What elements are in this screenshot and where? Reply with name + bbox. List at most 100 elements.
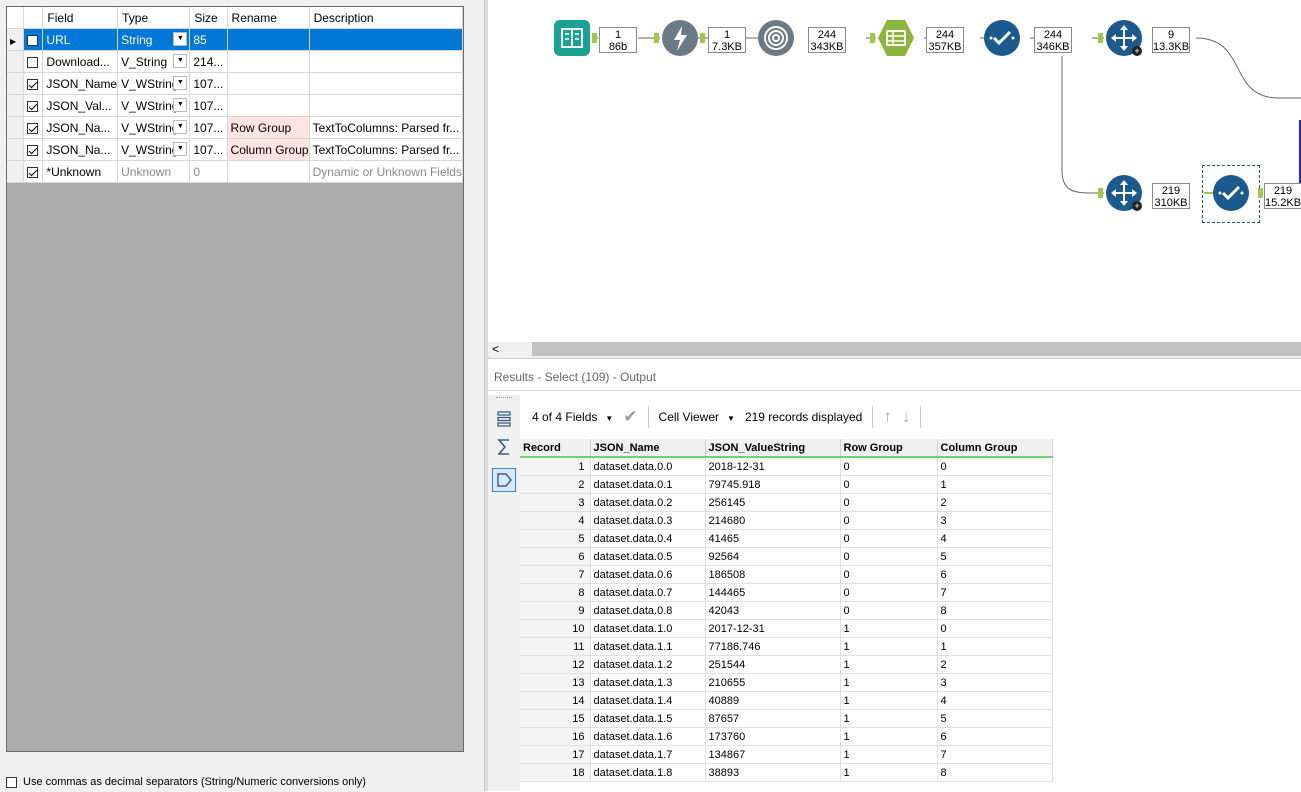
data-cell[interactable]: 1: [840, 691, 938, 710]
table-row[interactable]: 10 dataset.data.1.0 2017-12-31 1 0: [520, 619, 1053, 638]
table-row[interactable]: 9 dataset.data.0.8 42043 0 8: [520, 601, 1053, 620]
field-checkbox[interactable]: [27, 122, 39, 134]
table-row[interactable]: 4 dataset.data.0.3 214680 0 3: [520, 511, 1053, 530]
arrow-down-icon[interactable]: ↓: [902, 407, 911, 427]
field-row[interactable]: JSON_Name V_WString ▼ 107...: [7, 72, 463, 95]
data-cell[interactable]: 2018-12-31: [705, 457, 841, 476]
json-parse-node[interactable]: [758, 20, 794, 56]
chevron-down-icon[interactable]: ▼: [173, 54, 188, 68]
input-anchor[interactable]: [1098, 33, 1103, 43]
output-anchor[interactable]: [1258, 188, 1263, 198]
field-row[interactable]: JSON_Na... V_WString ▼ 107... Row Group TextT…: [7, 116, 463, 139]
field-name-cell[interactable]: JSON_Name: [42, 72, 119, 95]
data-cell[interactable]: 251544: [705, 655, 841, 674]
decimal-separator-checkbox[interactable]: [6, 776, 17, 788]
field-type-cell[interactable]: String ▼: [117, 28, 191, 51]
data-cell[interactable]: 77186.746: [705, 637, 841, 656]
data-cell[interactable]: dataset.data.0.7: [590, 583, 706, 602]
record-number-cell[interactable]: 13: [520, 673, 591, 692]
data-cell[interactable]: 210655: [705, 673, 841, 692]
field-name-cell[interactable]: JSON_Na...: [42, 116, 119, 139]
data-cell[interactable]: 1: [840, 763, 938, 782]
data-cell[interactable]: dataset.data.0.4: [590, 529, 706, 548]
data-cell[interactable]: 0: [937, 619, 1053, 638]
record-number-cell[interactable]: 12: [520, 655, 591, 674]
input-anchor[interactable]: [1098, 188, 1103, 198]
data-cell[interactable]: 0: [840, 601, 938, 620]
data-cell[interactable]: dataset.data.0.0: [590, 457, 706, 476]
table-row[interactable]: 14 dataset.data.1.4 40889 1 4: [520, 691, 1053, 710]
table-row[interactable]: 7 dataset.data.0.6 186508 0 6: [520, 565, 1053, 584]
data-cell[interactable]: dataset.data.1.2: [590, 655, 706, 674]
table-row[interactable]: 8 dataset.data.0.7 144465 0 7: [520, 583, 1053, 602]
field-name-cell[interactable]: JSON_Val...: [42, 94, 119, 117]
scrollbar-thumb[interactable]: [532, 342, 1301, 356]
table-row[interactable]: 18 dataset.data.1.8 38893 1 8: [520, 763, 1053, 782]
field-type-cell[interactable]: V_WString ▼: [117, 138, 191, 161]
field-description-cell[interactable]: [309, 28, 463, 51]
data-cell[interactable]: 0: [840, 493, 938, 512]
field-checkbox-cell[interactable]: [23, 160, 44, 183]
field-rename-cell[interactable]: [227, 50, 310, 73]
field-checkbox[interactable]: [27, 34, 39, 46]
list-view-icon[interactable]: [492, 407, 516, 431]
header-rename[interactable]: Rename: [227, 7, 310, 29]
data-cell[interactable]: dataset.data.0.1: [590, 475, 706, 494]
data-cell[interactable]: 1: [840, 709, 938, 728]
output-anchor[interactable]: [700, 33, 705, 43]
field-size-cell[interactable]: 85: [189, 28, 228, 51]
results-data-grid[interactable]: Record JSON_Name JSON_ValueString Row Group…: [520, 439, 1053, 782]
data-cell[interactable]: 5: [937, 709, 1053, 728]
record-number-cell[interactable]: 10: [520, 619, 591, 638]
record-number-cell[interactable]: 3: [520, 493, 591, 512]
field-description-cell[interactable]: TextToColumns: Parsed fr...: [309, 138, 463, 161]
data-cell[interactable]: 7: [937, 745, 1053, 764]
select-node[interactable]: [984, 20, 1020, 56]
select-node-selected[interactable]: [1213, 175, 1249, 211]
data-cell[interactable]: 1: [840, 655, 938, 674]
data-cell[interactable]: dataset.data.1.0: [590, 619, 706, 638]
data-cell[interactable]: 1: [840, 619, 938, 638]
data-cell[interactable]: 2: [937, 493, 1053, 512]
record-number-cell[interactable]: 9: [520, 601, 591, 620]
data-cell[interactable]: dataset.data.1.8: [590, 763, 706, 782]
data-cell[interactable]: 144465: [705, 583, 841, 602]
field-checkbox[interactable]: [27, 144, 39, 156]
data-cell[interactable]: 0: [840, 475, 938, 494]
data-cell[interactable]: dataset.data.1.3: [590, 673, 706, 692]
field-rename-cell[interactable]: [227, 160, 310, 183]
header-type[interactable]: Type: [117, 7, 191, 29]
field-row[interactable]: JSON_Val... V_WString ▼ 107...: [7, 94, 463, 117]
data-cell[interactable]: 3: [937, 511, 1053, 530]
data-cell[interactable]: 214680: [705, 511, 841, 530]
data-cell[interactable]: dataset.data.0.3: [590, 511, 706, 530]
column-header[interactable]: JSON_ValueString: [705, 439, 841, 458]
data-cell[interactable]: dataset.data.1.7: [590, 745, 706, 764]
field-checkbox-cell[interactable]: [23, 28, 44, 51]
field-checkbox-cell[interactable]: [23, 116, 44, 139]
data-cell[interactable]: dataset.data.1.4: [590, 691, 706, 710]
field-description-cell[interactable]: [309, 94, 463, 117]
data-cell[interactable]: 0: [937, 457, 1053, 476]
data-cell[interactable]: dataset.data.0.8: [590, 601, 706, 620]
field-rename-cell[interactable]: [227, 72, 310, 95]
scroll-left-icon[interactable]: <: [492, 342, 499, 356]
header-size[interactable]: Size: [189, 7, 228, 29]
data-cell[interactable]: 0: [840, 547, 938, 566]
data-cell[interactable]: 40889: [705, 691, 841, 710]
field-type-cell[interactable]: V_String ▼: [117, 50, 191, 73]
data-cell[interactable]: 79745.918: [705, 475, 841, 494]
header-description[interactable]: Description: [309, 7, 463, 29]
record-number-cell[interactable]: 17: [520, 745, 591, 764]
record-number-cell[interactable]: 1: [520, 457, 591, 476]
field-row[interactable]: Download... V_String ▼ 214...: [7, 50, 463, 73]
chevron-down-icon[interactable]: ▼: [173, 32, 188, 46]
record-number-cell[interactable]: 7: [520, 565, 591, 584]
field-type-cell[interactable]: V_WString ▼: [117, 72, 191, 95]
table-row[interactable]: 2 dataset.data.0.1 79745.918 0 1: [520, 475, 1053, 494]
field-rename-cell[interactable]: Column Group: [227, 138, 310, 161]
record-number-cell[interactable]: 18: [520, 763, 591, 782]
data-cell[interactable]: 1: [937, 475, 1053, 494]
record-number-cell[interactable]: 4: [520, 511, 591, 530]
data-cell[interactable]: 41465: [705, 529, 841, 548]
